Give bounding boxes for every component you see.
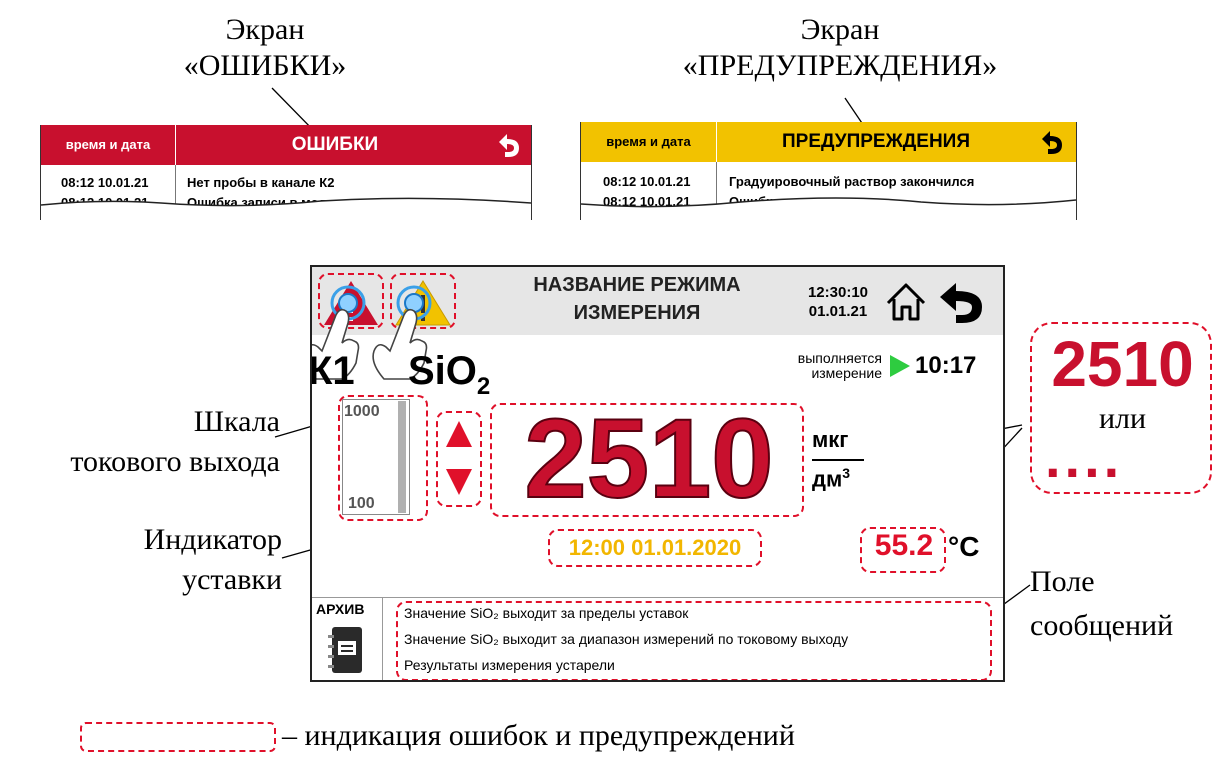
parameter-subscript: 2: [476, 373, 491, 400]
warnings-header-bar: время и дата ПРЕДУПРЕЖДЕНИЯ: [581, 122, 1076, 162]
status-text: выполняется измерение: [752, 351, 882, 381]
mode-title: НАЗВАНИЕ РЕЖИМА ИЗМЕРЕНИЯ: [492, 271, 782, 327]
scale-min: 100: [348, 495, 375, 512]
scale-max: 1000: [344, 403, 380, 420]
parameter-name: SiO: [408, 349, 477, 393]
countdown: 10:17: [915, 352, 977, 379]
back-arrow-icon[interactable]: [493, 131, 523, 159]
scale-callout-line1: Шкала: [193, 405, 280, 438]
mode-title-line1: НАЗВАНИЕ РЕЖИМА: [533, 274, 741, 296]
legend-text: – индикация ошибок и предупреждений: [282, 719, 795, 752]
unit-denominator-text: дм: [812, 466, 843, 492]
setpoint-callout-line1: Индикатор: [143, 523, 282, 556]
scale-bar: [398, 401, 406, 513]
status-line2: измерение: [811, 365, 882, 381]
back-arrow-icon[interactable]: [1036, 128, 1066, 156]
archive-button[interactable]: АРХИВ: [312, 597, 383, 680]
measurement-screen: НАЗВАНИЕ РЕЖИМА ИЗМЕРЕНИЯ 12:30:10 01.01…: [310, 265, 1005, 682]
messages-callout-line2: сообщений: [1030, 609, 1174, 642]
torn-edge: [581, 197, 1076, 220]
unit-fraction-bar: [812, 459, 864, 461]
unit-numerator: мкг: [812, 427, 849, 452]
temperature-unit: °C: [948, 531, 980, 562]
message-item: Результаты измерения устарели: [404, 657, 615, 673]
mode-title-line2: ИЗМЕРЕНИЯ: [573, 302, 701, 324]
home-icon[interactable]: [884, 281, 928, 323]
errors-date-header: время и дата: [41, 125, 176, 165]
alt-value: 2510: [1051, 328, 1194, 400]
messages-callout-line1: Поле: [1030, 565, 1095, 598]
back-arrow-icon[interactable]: [936, 281, 988, 325]
errors-title: ОШИБКИ: [291, 134, 379, 155]
warnings-screen-snippet: время и дата ПРЕДУПРЕЖДЕНИЯ 08:12 10.01.…: [580, 122, 1077, 220]
measured-value: 2510: [523, 396, 774, 522]
clock-time: 12:30:10: [807, 284, 869, 301]
message-item: Значение SiO₂ выходит за диапазон измере…: [404, 631, 849, 647]
errors-header-bar: время и дата ОШИБКИ: [41, 125, 531, 165]
clock-date: 01.01.21: [808, 303, 868, 320]
setpoint-callout-line2: уставки: [182, 563, 282, 596]
warnings-date-header: время и дата: [581, 122, 717, 162]
scale-callout: Шкала: [90, 402, 280, 442]
status-line1: выполняется: [797, 350, 882, 366]
message-area-divider: [312, 597, 1003, 598]
clock: 12:30:10 01.01.21: [798, 283, 878, 321]
errors-screen-snippet: время и дата ОШИБКИ 08:12 10.01.21 Нет п…: [40, 125, 532, 220]
legend-sample-frame: [80, 722, 276, 752]
unit-superscript: 3: [842, 465, 851, 481]
channel-label: К1: [310, 349, 355, 393]
unit-denominator: дм3: [812, 465, 850, 492]
torn-edge: [41, 197, 531, 220]
message-item: Значение SiO₂ выходит за пределы уставок: [404, 605, 689, 621]
play-icon: [890, 355, 910, 377]
archive-label: АРХИВ: [316, 601, 365, 617]
warnings-title: ПРЕДУПРЕЖДЕНИЯ: [781, 131, 970, 152]
measurement-timestamp: 12:00 01.01.2020: [568, 535, 742, 560]
setpoint-down-arrow-icon: [446, 469, 472, 495]
scale-callout-line2: токового выхода: [70, 445, 280, 478]
alt-dots: ....: [1045, 426, 1124, 489]
notebook-icon: [328, 627, 362, 673]
temperature-value: 55.2: [874, 529, 934, 562]
setpoint-up-arrow-icon: [446, 421, 472, 447]
